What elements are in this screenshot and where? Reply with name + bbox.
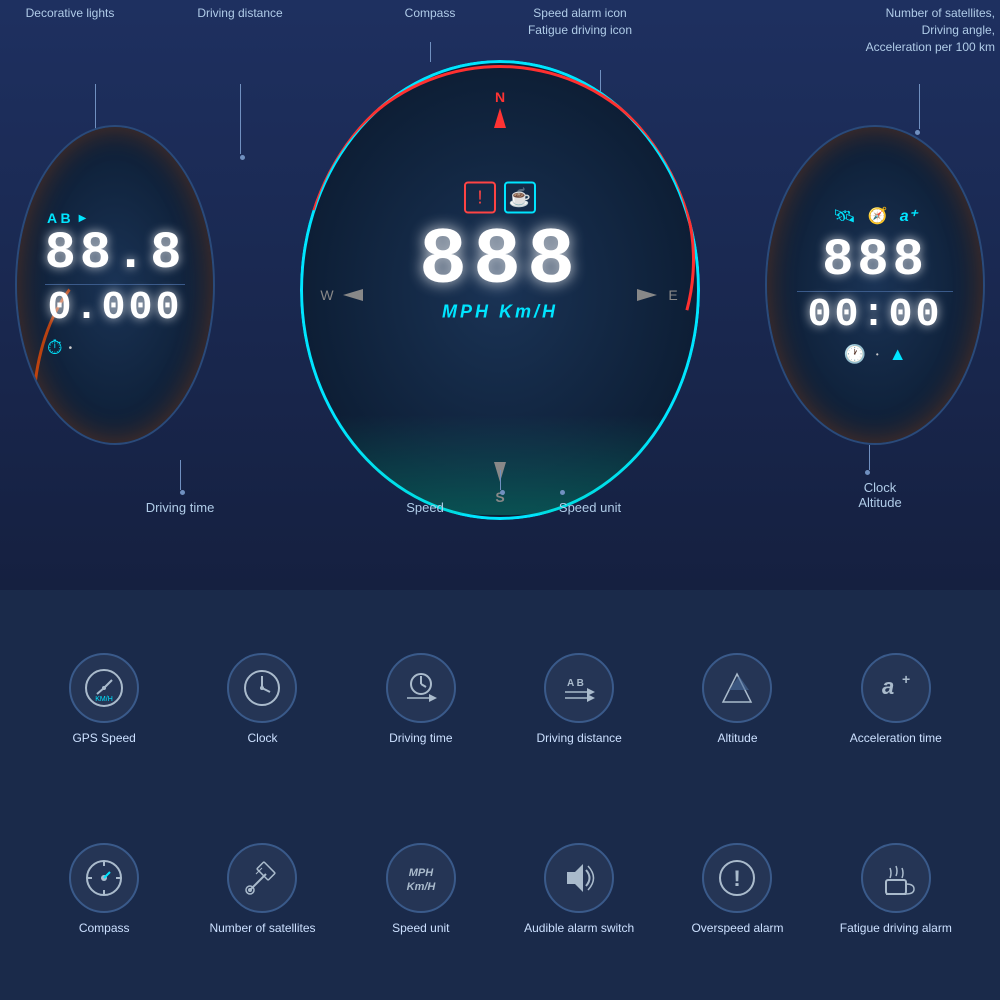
overspeed-alarm-item: ! Overspeed alarm — [663, 795, 811, 985]
right-icons-top: 🛰 🧭 a⁺ — [833, 206, 917, 227]
left-top-digits: 88.8 — [45, 228, 186, 280]
svg-text:+: + — [902, 671, 910, 687]
alarm-icons-row: ! ☕ — [464, 182, 536, 214]
driving-distance-item: A B Driving distance — [505, 605, 653, 795]
satellites-item: Number of satellites — [188, 795, 336, 985]
svg-text:A B: A B — [567, 678, 584, 689]
right-bottom-digits: 00:00 — [807, 296, 942, 336]
overspeed-alarm-label: Overspeed alarm — [691, 921, 783, 937]
compass-item: Compass — [30, 795, 178, 985]
clock-svg — [240, 666, 284, 710]
speed-unit-item: MPH Km/H Speed unit — [347, 795, 495, 985]
fatigue-driving-svg — [874, 856, 918, 900]
audible-alarm-label: Audible alarm switch — [524, 921, 634, 937]
ann-satellites: Number of satellites, Driving angle, Acc… — [805, 5, 995, 55]
compass-icon-circle — [69, 843, 139, 913]
svg-text:E: E — [668, 287, 677, 303]
gps-speed-svg: KM/H — [82, 666, 126, 710]
acceleration-svg: a + — [874, 666, 918, 710]
altitude-item: Altitude — [663, 605, 811, 795]
svg-text:KM/H: KM/H — [95, 696, 113, 703]
acceleration-icon-circle: a + — [861, 653, 931, 723]
acceleration-label: Acceleration time — [850, 731, 942, 747]
satellites-svg — [240, 856, 284, 900]
acceleration-item: a + Acceleration time — [822, 605, 970, 795]
gps-speed-label: GPS Speed — [72, 731, 135, 747]
satellite-icon-r: 🛰 — [833, 206, 856, 227]
altitude-svg — [715, 666, 759, 710]
left-bottom-digits: 0.000 — [47, 289, 182, 329]
right-top-digits: 888 — [822, 235, 928, 287]
svg-text:!: ! — [734, 866, 741, 891]
altitude-icon-circle — [702, 653, 772, 723]
fatigue-alarm-icon: ☕ — [504, 182, 536, 214]
display-center: N S E W ! ☕ 888 MPH Km/H — [300, 60, 700, 520]
altitude-icon-r: ▲ — [889, 344, 907, 365]
speed-digits: 888 — [419, 222, 581, 302]
compass-label-b: Compass — [79, 921, 130, 937]
bottom-section: KM/H GPS Speed Clock — [0, 590, 1000, 1000]
compass-icon-r: 🧭 — [868, 206, 888, 226]
driving-distance-icon-circle: A B — [544, 653, 614, 723]
audible-alarm-icon-circle — [544, 843, 614, 913]
ann-speed-alarm: Speed alarm icon Fatigue driving icon — [490, 5, 670, 39]
driving-time-icon-circle — [386, 653, 456, 723]
ann-speed-unit-bottom: Speed unit — [545, 500, 635, 515]
driving-distance-svg: A B — [557, 666, 601, 710]
overspeed-alarm-icon-circle: ! — [702, 843, 772, 913]
audible-alarm-svg — [557, 856, 601, 900]
svg-text:W: W — [320, 287, 334, 303]
clock-item: Clock — [188, 605, 336, 795]
driving-distance-label: Driving distance — [536, 731, 621, 747]
ann-clock-bottom: Clock Altitude — [840, 480, 920, 510]
altitude-label: Altitude — [717, 731, 757, 747]
ann-driving-distance: Driving distance — [175, 5, 305, 22]
ann-compass: Compass — [390, 5, 470, 22]
ann-driving-time-bottom: Driving time — [120, 500, 240, 515]
icons-grid-row2: Compass Number of satellites MPH Km/H — [30, 795, 970, 985]
audible-alarm-item: Audible alarm switch — [505, 795, 653, 985]
speed-unit-label-b: Speed unit — [392, 921, 449, 937]
display-right: 🛰 🧭 a⁺ 888 00:00 🕐 • ▲ — [765, 125, 985, 445]
speed-unit-label: MPH Km/H — [442, 302, 558, 323]
driving-time-label: Driving time — [389, 731, 452, 747]
satellites-icon-circle — [227, 843, 297, 913]
driving-time-icon: ⏱ — [47, 337, 63, 360]
compass-icon-svg — [82, 856, 126, 900]
gps-speed-icon-circle: KM/H — [69, 653, 139, 723]
overspeed-alarm-icon: ! — [464, 182, 496, 214]
clock-label: Clock — [247, 731, 277, 747]
gps-speed-item: KM/H GPS Speed — [30, 605, 178, 795]
fatigue-driving-item: Fatigue driving alarm — [822, 795, 970, 985]
svg-text:N: N — [495, 89, 505, 105]
fatigue-driving-label: Fatigue driving alarm — [840, 921, 952, 937]
satellites-label: Number of satellites — [209, 921, 315, 937]
speed-unit-svg: MPH Km/H — [399, 856, 443, 900]
ann-decorative-lights: Decorative lights — [5, 5, 135, 22]
clock-icon-circle — [227, 653, 297, 723]
accel-icon-r: a⁺ — [900, 206, 917, 226]
driving-time-item: Driving time — [347, 605, 495, 795]
driving-time-svg — [399, 666, 443, 710]
clock-icon-r: 🕐 — [843, 344, 865, 365]
overspeed-alarm-svg: ! — [715, 856, 759, 900]
ann-speed-bottom: Speed — [390, 500, 460, 515]
svg-text:MPH: MPH — [409, 867, 435, 879]
svg-text:Km/H: Km/H — [406, 881, 436, 893]
speed-unit-icon-circle: MPH Km/H — [386, 843, 456, 913]
display-left: A B ▶ 88.8 0.000 ⏱ • — [15, 125, 215, 445]
fatigue-driving-icon-circle — [861, 843, 931, 913]
clock-alt-icons: 🕐 • ▲ — [843, 344, 906, 365]
svg-text:a: a — [882, 674, 894, 699]
icons-grid-row1: KM/H GPS Speed Clock — [30, 605, 970, 795]
